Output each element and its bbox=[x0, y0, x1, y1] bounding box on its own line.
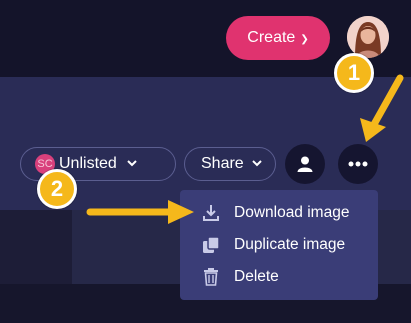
step-badge-2: 2 bbox=[37, 169, 77, 209]
avatar[interactable] bbox=[347, 16, 389, 58]
more-icon bbox=[348, 161, 368, 167]
share-button[interactable]: Share bbox=[184, 147, 276, 181]
download-icon bbox=[202, 204, 220, 222]
menu-item-delete[interactable]: Delete bbox=[180, 261, 378, 293]
menu-item-label: Download image bbox=[234, 204, 350, 221]
more-options-button[interactable] bbox=[338, 144, 378, 184]
chevron-down-icon: ❯ bbox=[300, 33, 309, 45]
step-badge-1: 1 bbox=[334, 53, 374, 93]
menu-item-label: Duplicate image bbox=[234, 236, 346, 253]
chevron-down-icon bbox=[127, 159, 137, 170]
user-icon bbox=[297, 156, 313, 172]
share-label: Share bbox=[201, 155, 244, 172]
menu-item-label: Delete bbox=[234, 268, 279, 285]
options-menu: Download image Duplicate image Delete bbox=[180, 190, 378, 300]
visibility-label: Unlisted bbox=[59, 155, 117, 172]
duplicate-icon bbox=[202, 236, 220, 254]
create-button[interactable]: Create ❯ bbox=[226, 16, 330, 60]
chevron-down-icon bbox=[251, 159, 262, 170]
user-button[interactable] bbox=[285, 144, 325, 184]
create-button-label: Create bbox=[247, 29, 296, 46]
menu-item-download-image[interactable]: Download image bbox=[180, 197, 378, 229]
image-panel-dark bbox=[0, 210, 72, 284]
trash-icon bbox=[202, 268, 220, 286]
menu-item-duplicate-image[interactable]: Duplicate image bbox=[180, 229, 378, 261]
